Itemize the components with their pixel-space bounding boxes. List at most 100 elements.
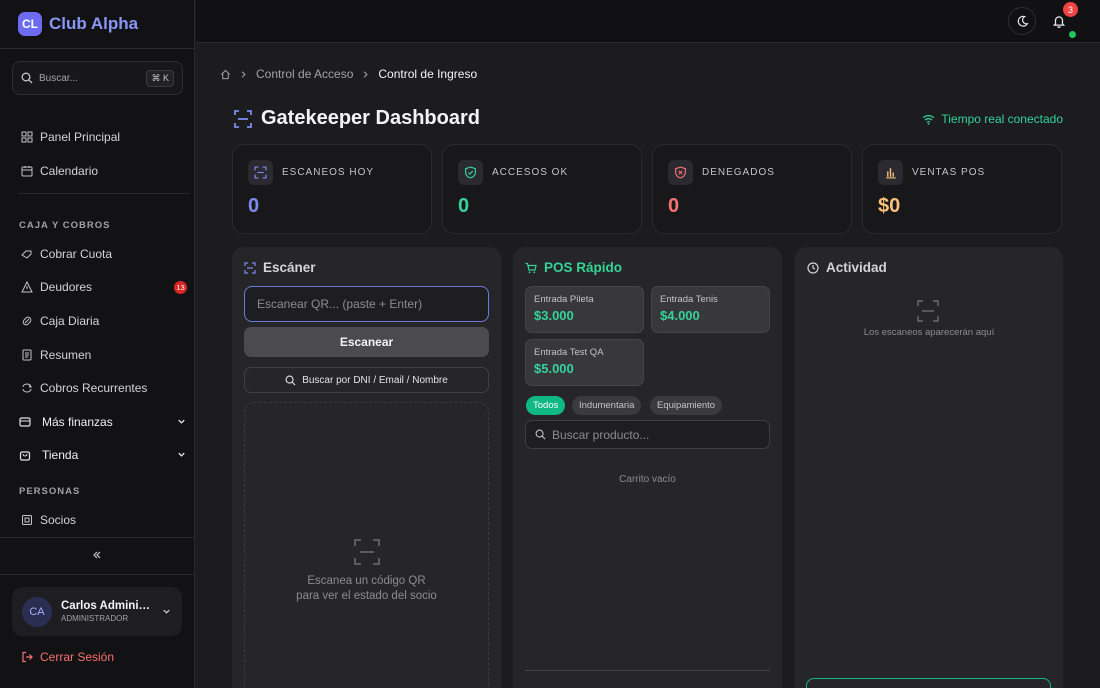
wallet-icon — [19, 417, 31, 427]
search-shortcut: ⌘ K — [146, 69, 174, 87]
wifi-icon — [923, 114, 935, 125]
wallet-icon — [22, 316, 32, 326]
stat-label: ESCANEOS HOY — [282, 167, 375, 178]
pos-panel: POS Rápido Entrada Pileta $3.000 Entrada… — [513, 247, 782, 688]
scanner-panel: Escáner Escanear Buscar por DNI / Email … — [232, 247, 501, 688]
stat-icon-box — [458, 160, 483, 185]
bell-icon — [1052, 16, 1066, 28]
sidebar-item-label: Cobros Recurrentes — [40, 381, 148, 395]
search-member-button[interactable]: Buscar por DNI / Email / Nombre — [244, 367, 489, 393]
sidebar-item-deudores[interactable]: Deudores 13 — [21, 277, 189, 297]
divider — [0, 48, 195, 49]
realtime-status-text: Tiempo real conectado — [941, 112, 1063, 126]
collapse-sidebar-icon[interactable] — [91, 549, 103, 561]
stat-card-ventas-pos: VENTAS POS $0 — [862, 144, 1062, 234]
stat-value: 0 — [248, 195, 260, 217]
sidebar-item-panel-principal[interactable]: Panel Principal — [21, 127, 189, 147]
sidebar-item-label: Socios — [40, 513, 77, 527]
product-price: $5.000 — [534, 361, 574, 376]
sidebar-group-label: Tienda — [42, 448, 79, 462]
breadcrumb-current: Control de Ingreso — [378, 67, 478, 81]
scan-result-area: Escanea un código QR para ver el estado … — [244, 402, 489, 688]
shield-check-icon — [465, 166, 476, 179]
cart-empty-message: Carrito vacío — [619, 474, 676, 485]
section-label-personas: PERSONAS — [19, 486, 81, 497]
scanner-title: Escáner — [244, 260, 316, 275]
coins-icon — [21, 250, 32, 259]
scan-empty-line: Escanea un código QR — [307, 575, 426, 587]
stat-label: DENEGADOS — [702, 167, 775, 178]
calendar-icon — [21, 166, 33, 177]
sidebar-item-caja-diaria[interactable]: Caja Diaria — [21, 311, 189, 331]
search-icon — [21, 72, 33, 84]
stat-label: VENTAS POS — [912, 167, 986, 178]
product-card[interactable]: Entrada Pileta $3.000 — [525, 286, 644, 333]
deudores-badge: 13 — [174, 281, 187, 294]
search-member-label: Buscar por DNI / Email / Nombre — [302, 374, 448, 386]
sidebar-item-label: Deudores — [40, 280, 93, 294]
breadcrumb-item[interactable]: Control de Acceso — [256, 67, 353, 81]
sidebar-item-cobrar-cuota[interactable]: Cobrar Cuota — [21, 244, 189, 264]
sidebar-item-socios[interactable]: Socios — [21, 510, 189, 530]
divider — [525, 670, 770, 671]
filter-chip-todos[interactable]: Todos — [526, 396, 566, 415]
activity-action-button[interactable] — [806, 678, 1051, 688]
product-name: Entrada Tenis — [660, 294, 718, 305]
sidebar-group-mas-finanzas[interactable]: Más finanzas — [19, 412, 187, 432]
chevron-right-icon — [364, 70, 369, 78]
stat-value: $0 — [878, 195, 901, 217]
sidebar-item-label: Cobrar Cuota — [40, 247, 113, 261]
sidebar-item-calendario[interactable]: Calendario — [21, 161, 189, 181]
stat-label: ACCESOS OK — [492, 167, 569, 178]
sidebar-search[interactable]: Buscar... ⌘ K — [12, 61, 183, 95]
filter-chip-equipamiento[interactable]: Equipamiento — [650, 396, 723, 415]
search-placeholder: Buscar... — [39, 72, 78, 84]
scan-icon — [234, 109, 252, 128]
scan-button[interactable]: Escanear — [244, 327, 489, 357]
brand[interactable]: CL Club Alpha — [18, 12, 138, 36]
qr-scan-icon — [354, 539, 380, 565]
chevron-down-icon — [178, 419, 185, 424]
id-card-icon — [22, 515, 32, 525]
search-icon — [535, 429, 546, 440]
divider — [0, 574, 195, 575]
search-icon — [285, 375, 296, 385]
product-card[interactable]: Entrada Test QA $5.000 — [525, 339, 644, 386]
sidebar-group-label: Más finanzas — [42, 415, 113, 429]
user-menu[interactable]: CA Carlos Administrador ADMINISTRADOR — [12, 587, 182, 636]
online-status-dot — [1069, 31, 1076, 38]
app: CL Club Alpha Buscar... ⌘ K Panel Princi… — [0, 0, 1100, 688]
breadcrumb: Control de Acceso Control de Ingreso — [220, 67, 477, 81]
user-name: Carlos Administrador — [61, 600, 151, 612]
product-name: Entrada Pileta — [534, 294, 594, 305]
divider — [0, 537, 195, 538]
filter-chip-indumentaria[interactable]: Indumentaria — [572, 396, 642, 415]
sidebar-item-label: Calendario — [40, 164, 99, 178]
stat-icon-box — [878, 160, 903, 185]
product-card[interactable]: Entrada Tenis $4.000 — [651, 286, 770, 333]
chevron-down-icon — [163, 609, 170, 614]
stat-icon-box — [248, 160, 273, 185]
pos-title-text: POS Rápido — [544, 260, 623, 275]
dashboard-icon — [21, 131, 33, 143]
scan-empty-message: Escanea un código QR para ver el estado … — [245, 574, 488, 604]
home-icon[interactable] — [220, 69, 231, 80]
product-name: Entrada Test QA — [534, 347, 604, 358]
activity-title-text: Actividad — [826, 260, 887, 275]
logout-button[interactable]: Cerrar Sesión — [21, 650, 114, 664]
scan-icon — [244, 261, 256, 274]
scan-empty-line: para ver el estado del socio — [296, 590, 437, 602]
sidebar-item-resumen[interactable]: Resumen — [21, 345, 189, 365]
product-price: $4.000 — [660, 308, 700, 323]
stat-card-accesos-ok: ACCESOS OK 0 — [442, 144, 642, 234]
sidebar-item-cobros-recurrentes[interactable]: Cobros Recurrentes — [21, 378, 189, 398]
topbar — [196, 0, 1100, 43]
shopping-cart-icon — [525, 262, 537, 273]
stat-card-denegados: DENEGADOS 0 — [652, 144, 852, 234]
product-search-input[interactable]: Buscar producto... — [525, 420, 770, 449]
sidebar-group-tienda[interactable]: Tienda — [19, 445, 187, 465]
stat-icon-box — [668, 160, 693, 185]
qr-scan-input[interactable] — [244, 286, 489, 322]
logout-label: Cerrar Sesión — [40, 650, 115, 664]
theme-toggle-button[interactable] — [1008, 7, 1036, 35]
